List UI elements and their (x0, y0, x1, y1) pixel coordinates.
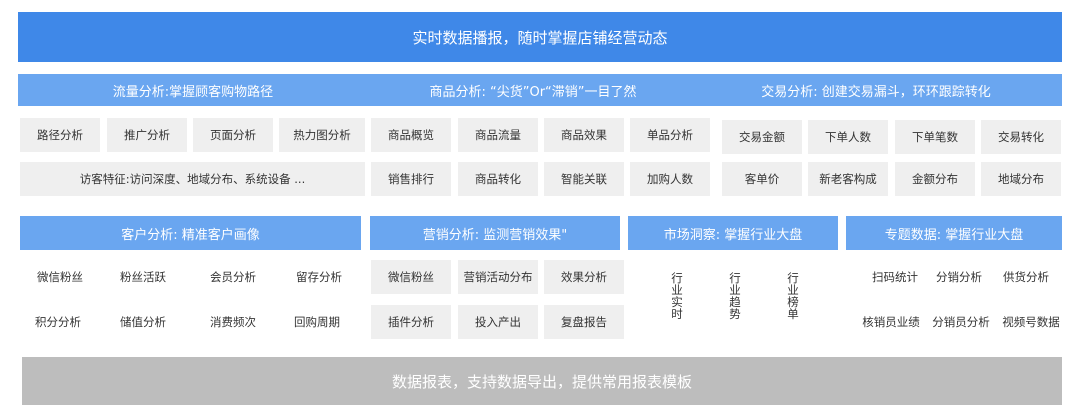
traffic-item: 页面分析 (193, 118, 273, 152)
customer-item: 微信粉丝 (37, 270, 83, 284)
trade-item: 下单笔数 (895, 120, 975, 154)
trade-item: 新老客构成 (808, 162, 888, 196)
product-item: 商品流量 (458, 118, 538, 152)
product-header: 商品分析: “尖货”Or“滞销”一目了然 (429, 84, 637, 100)
bottom-banner: 数据报表，支持数据导出，提供常用报表模板 (22, 357, 1062, 405)
traffic-item: 推广分析 (107, 118, 187, 152)
trade-header: 交易分析: 创建交易漏斗，环环跟踪转化 (761, 84, 991, 100)
product-item: 商品效果 (544, 118, 624, 152)
top-banner: 实时数据播报，随时掌握店铺经营动态 (18, 12, 1062, 62)
traffic-visitor-features: 访客特征:访问深度、地域分布、系统设备 ... (20, 162, 365, 196)
marketing-header: 营销分析: 监测营销效果" (370, 216, 620, 250)
product-item: 智能关联 (544, 162, 624, 196)
topic-item: 分销员分析 (932, 315, 990, 329)
topic-item: 核销员业绩 (862, 315, 920, 329)
product-item: 单品分析 (630, 118, 710, 152)
traffic-item: 路径分析 (20, 118, 100, 152)
topic-header: 专题数据: 掌握行业大盘 (846, 216, 1062, 250)
trade-item: 下单人数 (808, 120, 888, 154)
customer-item: 积分分析 (35, 315, 81, 329)
traffic-header: 流量分析:掌握顾客购物路径 (112, 84, 274, 100)
marketing-item: 效果分析 (544, 260, 624, 294)
topic-item: 供货分析 (1003, 270, 1049, 284)
marketing-item: 投入产出 (458, 305, 538, 339)
product-item: 销售排行 (371, 162, 451, 196)
market-item-ranking: 行业榜单 (787, 271, 799, 321)
marketing-item: 复盘报告 (544, 305, 624, 339)
customer-item: 留存分析 (296, 270, 342, 284)
trade-item: 地域分布 (981, 162, 1061, 196)
trade-item: 金额分布 (895, 162, 975, 196)
product-item: 商品概览 (371, 118, 451, 152)
trade-item: 交易转化 (981, 120, 1061, 154)
customer-header: 客户分析: 精准客户画像 (20, 216, 361, 250)
customer-item: 回购周期 (294, 315, 340, 329)
market-header: 市场洞察: 掌握行业大盘 (628, 216, 838, 250)
traffic-item: 热力图分析 (279, 118, 365, 152)
marketing-item: 插件分析 (371, 305, 451, 339)
marketing-item: 微信粉丝 (371, 260, 451, 294)
topic-item: 分销分析 (936, 270, 982, 284)
customer-item: 会员分析 (210, 270, 256, 284)
product-item: 加购人数 (630, 162, 710, 196)
customer-item: 消费频次 (210, 315, 256, 329)
topic-item: 视频号数据 (1002, 315, 1060, 329)
market-item-trend: 行业趋势 (729, 271, 741, 321)
customer-item: 粉丝活跃 (120, 270, 166, 284)
marketing-item: 营销活动分布 (458, 260, 538, 294)
trade-item: 客单价 (722, 162, 802, 196)
trade-item: 交易金额 (722, 120, 802, 154)
customer-item: 储值分析 (120, 315, 166, 329)
topic-item: 扫码统计 (872, 270, 918, 284)
market-item-realtime: 行业实时 (671, 271, 683, 321)
product-item: 商品转化 (458, 162, 538, 196)
